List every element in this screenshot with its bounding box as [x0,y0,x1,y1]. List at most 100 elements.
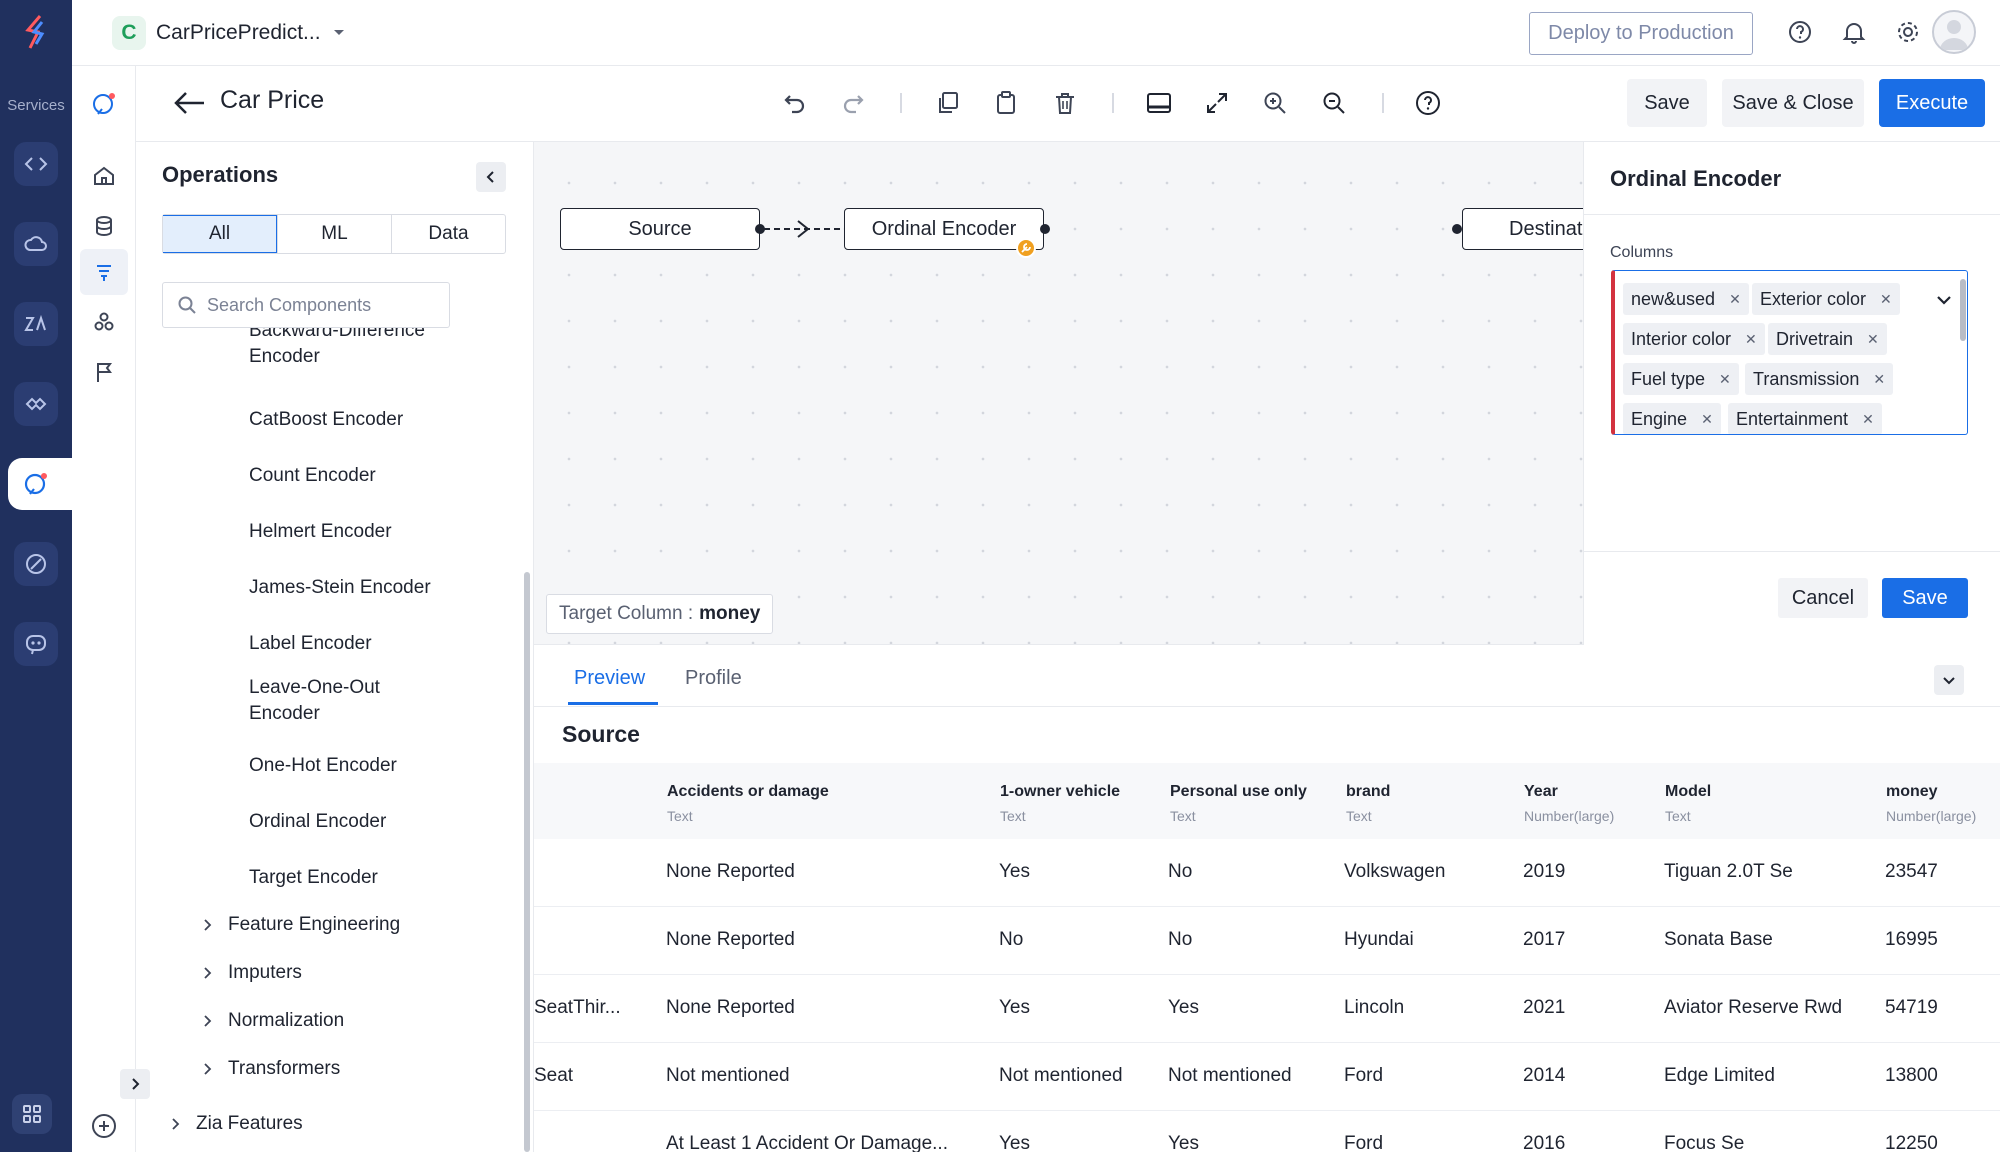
table-row[interactable]: Seat Not mentioned Not mentioned Not men… [534,1043,2000,1111]
user-avatar[interactable] [1932,10,1976,54]
bell-icon[interactable] [1840,18,1868,46]
column-header[interactable]: money Number(large) [1886,783,1976,824]
tab-all[interactable]: All [163,215,277,253]
help-icon[interactable] [1786,18,1814,46]
zoom-out-icon[interactable] [1317,86,1351,120]
source-node[interactable]: Source [560,208,760,250]
tab-ml[interactable]: ML [277,215,391,253]
close-icon[interactable]: ✕ [1719,371,1731,388]
collapse-panel-button[interactable] [476,162,506,192]
apps-grid-icon[interactable] [12,1094,52,1134]
list-item[interactable]: CatBoost Encoder [249,407,403,433]
close-icon[interactable]: ✕ [1729,291,1741,308]
zoom-in-icon[interactable] [1258,86,1292,120]
execute-button[interactable]: Execute [1879,79,1985,127]
operations-scrollbar[interactable] [524,572,530,1152]
section-title: Source [562,721,640,747]
quickml-service-active[interactable] [8,458,72,510]
close-icon[interactable]: ✕ [1867,331,1879,348]
quickml-logo-icon[interactable] [88,88,120,120]
table-row[interactable]: None Reported No No Hyundai 2017 Sonata … [534,907,2000,975]
flag-icon[interactable] [88,356,120,388]
project-selector[interactable]: C CarPricePredict... [112,14,347,52]
column-chip: Engine ✕ [1623,403,1721,434]
copy-icon[interactable] [931,86,965,120]
search-input[interactable] [207,294,437,316]
redo-icon[interactable] [836,86,870,120]
search-icon [178,296,196,314]
pipeline-canvas[interactable]: Source Ordinal Encoder Destinat Target C… [534,142,1583,645]
wrench-icon[interactable] [1016,238,1036,258]
category-imputers[interactable]: Imputers [202,962,302,984]
code-service-icon[interactable] [14,142,58,186]
save-close-button[interactable]: Save & Close [1722,79,1864,127]
database-icon[interactable] [88,210,120,242]
collapse-preview-button[interactable] [1934,665,1964,695]
category-feature-engineering[interactable]: Feature Engineering [202,914,400,936]
column-header[interactable]: Accidents or damage Text [667,783,829,824]
models-icon[interactable] [88,306,120,338]
chevron-down-icon[interactable] [1935,291,1953,309]
expand-panel-button[interactable] [120,1069,150,1099]
input-port[interactable] [1452,224,1462,234]
close-icon[interactable]: ✕ [1745,331,1757,348]
paste-icon[interactable] [989,86,1023,120]
category-transformers[interactable]: Transformers [202,1058,340,1080]
column-header[interactable]: Year Number(large) [1524,783,1614,824]
deploy-button[interactable]: Deploy to Production [1529,12,1753,55]
chevron-right-icon [204,1015,212,1027]
back-arrow-icon[interactable] [172,88,206,118]
project-name: CarPricePredict... [156,21,321,44]
column-header[interactable]: brand Text [1346,783,1390,824]
table-row[interactable]: SeatThir... None Reported Yes Yes Lincol… [534,975,2000,1043]
output-port[interactable] [1040,224,1050,234]
search-box [162,282,450,328]
list-item[interactable]: Count Encoder [249,463,376,489]
tab-profile[interactable]: Profile [685,667,742,707]
help-icon[interactable] [1411,86,1445,120]
undo-icon[interactable] [778,86,812,120]
destination-node[interactable]: Destinat [1462,208,1583,250]
list-item[interactable]: One-Hot Encoder [249,753,397,779]
add-circle-icon[interactable] [88,1110,120,1142]
category-normalization[interactable]: Normalization [202,1010,344,1032]
page-title: Car Price [220,86,325,114]
chatbot-service-icon[interactable] [14,622,58,666]
category-zia-features[interactable]: Zia Features [170,1113,303,1135]
list-item[interactable]: Helmert Encoder [249,519,392,545]
columns-scrollbar[interactable] [1960,279,1966,341]
delete-icon[interactable] [1048,86,1082,120]
close-icon[interactable]: ✕ [1701,411,1713,428]
list-item[interactable]: Ordinal Encoder [249,809,386,835]
list-item[interactable]: Target Encoder [249,865,378,891]
list-item[interactable]: Label Encoder [249,631,372,657]
close-icon[interactable]: ✕ [1873,371,1885,388]
cloud-service-icon[interactable] [14,222,58,266]
fit-screen-icon[interactable] [1142,86,1176,120]
save-button[interactable]: Save [1627,79,1707,127]
save-button[interactable]: Save [1882,578,1968,618]
pipeline-icon[interactable] [88,256,120,288]
gear-icon[interactable] [1894,18,1922,46]
tab-preview[interactable]: Preview [574,667,645,707]
list-item[interactable]: Leave-One-Out Encoder [249,675,409,727]
integration-service-icon[interactable] [14,382,58,426]
column-header[interactable]: Personal use only Text [1170,783,1307,824]
launch-service-icon[interactable] [14,542,58,586]
app-logo-icon[interactable] [16,12,56,52]
cancel-button[interactable]: Cancel [1778,578,1868,618]
home-icon[interactable] [88,160,120,192]
close-icon[interactable]: ✕ [1862,411,1874,428]
expand-icon[interactable] [1200,86,1234,120]
column-header[interactable]: Model Text [1665,783,1711,824]
ordinal-encoder-node[interactable]: Ordinal Encoder [844,208,1044,250]
table-row[interactable]: At Least 1 Accident Or Damage... Yes Yes… [534,1111,2000,1152]
columns-multiselect[interactable]: new&used ✕ Exterior color ✕ Interior color… [1611,270,1968,435]
column-header[interactable]: 1-owner vehicle Text [1000,783,1120,824]
tab-data[interactable]: Data [391,215,505,253]
close-icon[interactable]: ✕ [1880,291,1892,308]
zia-service-icon[interactable] [14,302,58,346]
table-row[interactable]: None Reported Yes No Volkswagen 2019 Tig… [534,839,2000,907]
operations-filter-tabs: All ML Data [162,214,506,254]
list-item[interactable]: James-Stein Encoder [249,575,431,601]
